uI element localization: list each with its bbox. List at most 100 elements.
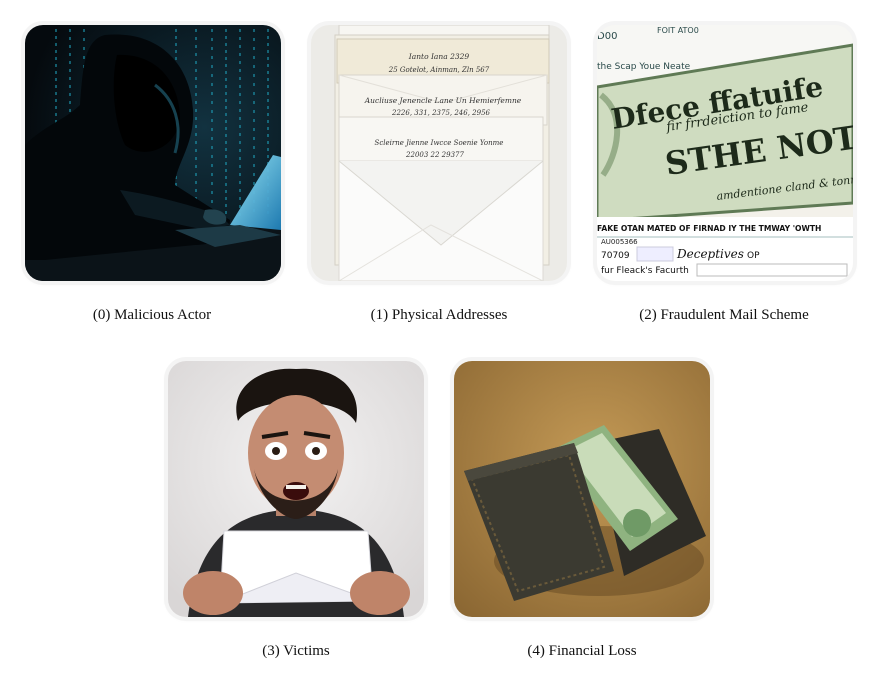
matrix-glyph: [267, 134, 269, 137]
matrix-glyph: [253, 29, 255, 32]
matrix-glyph: [239, 149, 241, 152]
matrix-glyph: [83, 29, 85, 32]
envelope2-line2: 2226, 331, 2375, 246, 2956: [391, 109, 491, 117]
caption-malicious-actor: (0) Malicious Actor: [92, 307, 212, 323]
matrix-glyph: [55, 57, 57, 60]
matrix-glyph: [253, 47, 255, 50]
matrix-glyph: [195, 29, 197, 32]
matrix-glyph: [225, 64, 227, 67]
matrix-glyph: [225, 36, 227, 39]
matrix-glyph: [195, 165, 197, 168]
matrix-glyph: [267, 36, 269, 39]
matrix-glyph: [239, 93, 241, 96]
matrix-glyph: [195, 117, 197, 120]
image-shocked-victim: [168, 361, 424, 617]
matrix-glyph: [239, 45, 241, 48]
matrix-glyph: [239, 133, 241, 136]
matrix-glyph: [55, 78, 57, 81]
matrix-glyph: [225, 141, 227, 144]
matrix-glyph: [55, 50, 57, 53]
matrix-glyph: [55, 106, 57, 109]
matrix-glyph: [225, 78, 227, 81]
matrix-glyph: [253, 182, 255, 185]
note-top-line2: FOIT ATO0: [657, 26, 699, 35]
matrix-glyph: [225, 29, 227, 32]
matrix-glyph: [55, 36, 57, 39]
matrix-glyph: [211, 29, 213, 32]
matrix-glyph: [225, 127, 227, 130]
matrix-glyph: [225, 50, 227, 53]
matrix-glyph: [225, 183, 227, 186]
matrix-glyph: [69, 69, 71, 72]
matrix-glyph: [83, 56, 85, 59]
matrix-glyph: [239, 101, 241, 104]
image-fake-banknote: D00 FOIT ATO0 the Scap Youe Neate Dfece …: [597, 25, 853, 281]
matrix-glyph: [239, 37, 241, 40]
matrix-glyph: [225, 155, 227, 158]
note-top-line3: the Scap Youe Neate: [597, 62, 691, 72]
matrix-glyph: [253, 65, 255, 68]
matrix-glyph: [267, 50, 269, 53]
matrix-glyph: [239, 85, 241, 88]
victim-illustration: [168, 361, 424, 617]
matrix-glyph: [55, 71, 57, 74]
matrix-glyph: [267, 29, 269, 32]
matrix-glyph: [195, 189, 197, 192]
matrix-glyph: [225, 176, 227, 179]
matrix-glyph: [253, 146, 255, 149]
form-number: 70709: [601, 251, 630, 261]
matrix-glyph: [175, 29, 177, 32]
matrix-glyph: [239, 181, 241, 184]
matrix-glyph: [55, 43, 57, 46]
matrix-glyph: [211, 110, 213, 113]
matrix-glyph: [195, 149, 197, 152]
matrix-glyph: [267, 148, 269, 151]
matrix-glyph: [69, 101, 71, 104]
matrix-glyph: [83, 47, 85, 50]
matrix-glyph: [267, 71, 269, 74]
matrix-glyph: [211, 56, 213, 59]
envelopes-illustration: Ianto Iana 2329 25 Gotelot, Ainman, Zln …: [311, 25, 567, 281]
wallet-illustration: [454, 361, 710, 617]
matrix-glyph: [253, 56, 255, 59]
matrix-glyph: [267, 64, 269, 67]
envelope3-line1: Scleirne Jienne Iwcce Soenie Yonme: [375, 139, 504, 147]
matrix-glyph: [253, 128, 255, 131]
matrix-glyph: [253, 155, 255, 158]
matrix-glyph: [211, 119, 213, 122]
matrix-glyph: [267, 99, 269, 102]
envelope2-line1: Aucliuse Jenencle Lane Un Hemierfemne: [364, 96, 522, 105]
matrix-glyph: [195, 45, 197, 48]
matrix-glyph: [195, 157, 197, 160]
matrix-glyph: [225, 92, 227, 95]
matrix-glyph: [69, 109, 71, 112]
matrix-glyph: [239, 109, 241, 112]
matrix-glyph: [267, 43, 269, 46]
matrix-glyph: [225, 113, 227, 116]
matrix-glyph: [225, 57, 227, 60]
matrix-glyph: [267, 85, 269, 88]
matrix-glyph: [211, 83, 213, 86]
matrix-glyph: [175, 50, 177, 53]
fake-note-illustration: D00 FOIT ATO0 the Scap Youe Neate Dfece …: [597, 25, 853, 281]
matrix-glyph: [55, 113, 57, 116]
matrix-glyph: [225, 134, 227, 137]
hacker-illustration: [25, 25, 281, 281]
matrix-glyph: [69, 93, 71, 96]
matrix-glyph: [239, 125, 241, 128]
matrix-glyph: [239, 53, 241, 56]
matrix-glyph: [253, 137, 255, 140]
matrix-glyph: [195, 77, 197, 80]
matrix-glyph: [239, 141, 241, 144]
matrix-glyph: [267, 127, 269, 130]
matrix-glyph: [69, 53, 71, 56]
matrix-glyph: [211, 47, 213, 50]
matrix-glyph: [69, 37, 71, 40]
envelope3-line2: 22003 22 29377: [405, 151, 464, 159]
matrix-glyph: [253, 101, 255, 104]
matrix-glyph: [239, 61, 241, 64]
matrix-glyph: [211, 128, 213, 131]
matrix-glyph: [211, 200, 213, 203]
matrix-glyph: [239, 173, 241, 176]
matrix-glyph: [211, 38, 213, 41]
